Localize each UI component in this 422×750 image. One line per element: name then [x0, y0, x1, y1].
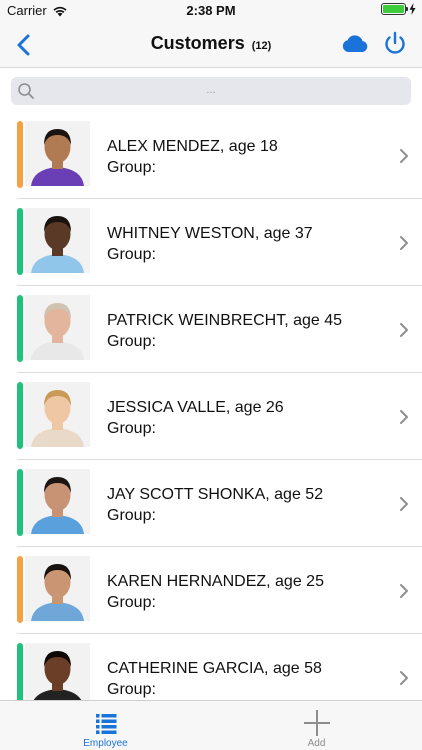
battery-fill	[383, 5, 404, 13]
avatar	[25, 382, 90, 447]
avatar	[25, 208, 90, 273]
status-time: 2:38 PM	[186, 3, 236, 18]
chevron-right-icon	[400, 323, 408, 337]
customer-name: CATHERINE GARCIA, age 58	[107, 660, 322, 677]
tab-employee[interactable]: Employee	[0, 701, 211, 750]
chevron-right-icon	[400, 410, 408, 424]
power-icon[interactable]	[382, 30, 408, 56]
status-indicator	[17, 295, 23, 362]
avatar	[25, 643, 90, 700]
customer-name: JESSICA VALLE, age 26	[107, 399, 284, 416]
customer-name: PATRICK WEINBRECHT, age 45	[107, 312, 343, 329]
customer-row[interactable]: WHITNEY WESTON, age 37 Group:	[0, 199, 422, 286]
avatar	[25, 556, 90, 621]
battery-icon	[381, 3, 408, 15]
page-title-text: Customers	[150, 33, 245, 53]
chevron-right-icon	[400, 149, 408, 163]
customer-row[interactable]: KAREN HERNANDEZ, age 25 Group:	[0, 547, 422, 634]
customer-group: Group:	[107, 159, 156, 176]
customer-row[interactable]: JESSICA VALLE, age 26 Group:	[0, 373, 422, 460]
status-bar: Carrier 2:38 PM	[0, 0, 422, 20]
customer-group: Group:	[107, 594, 156, 611]
customer-name: WHITNEY WESTON, age 37	[107, 225, 313, 242]
customer-name: ALEX MENDEZ, age 18	[107, 138, 278, 155]
plus-icon	[303, 710, 330, 736]
chevron-right-icon	[400, 671, 408, 685]
list-icon	[95, 714, 116, 734]
customer-row[interactable]: ALEX MENDEZ, age 18 Group:	[0, 112, 422, 199]
cloud-icon[interactable]	[340, 32, 370, 56]
search-input[interactable]: ...	[11, 77, 411, 105]
charging-bolt-icon	[409, 3, 416, 15]
avatar	[25, 295, 90, 360]
avatar	[25, 121, 90, 186]
customer-group: Group:	[107, 333, 156, 350]
tab-employee-label: Employee	[83, 738, 128, 749]
status-right	[381, 3, 416, 15]
customer-group: Group:	[107, 507, 156, 524]
status-indicator	[17, 382, 23, 449]
customer-group: Group:	[107, 681, 156, 698]
chevron-right-icon	[400, 584, 408, 598]
customer-group: Group:	[107, 246, 156, 263]
status-indicator	[17, 469, 23, 536]
customer-row[interactable]: CATHERINE GARCIA, age 58 Group:	[0, 634, 422, 700]
search-placeholder: ...	[206, 84, 216, 96]
customer-row[interactable]: JAY SCOTT SHONKA, age 52 Group:	[0, 460, 422, 547]
chevron-right-icon	[400, 236, 408, 250]
customer-row[interactable]: PATRICK WEINBRECHT, age 45 Group:	[0, 286, 422, 373]
navigation-bar: Customers (12)	[0, 20, 422, 68]
status-indicator	[17, 121, 23, 188]
avatar	[25, 469, 90, 534]
customer-list: ALEX MENDEZ, age 18 Group: WHITNEY WESTON,…	[0, 112, 422, 700]
status-indicator	[17, 208, 23, 275]
search-area: ...	[0, 68, 422, 112]
customer-group: Group:	[107, 420, 156, 437]
tab-bar: Employee Add	[0, 700, 422, 750]
status-indicator	[17, 643, 23, 700]
customer-count: (12)	[251, 40, 272, 52]
battery-tip	[406, 7, 408, 11]
customer-name: JAY SCOTT SHONKA, age 52	[107, 486, 324, 503]
chevron-right-icon	[400, 497, 408, 511]
tab-add-label: Add	[307, 738, 326, 749]
customer-name: KAREN HERNANDEZ, age 25	[107, 573, 324, 590]
status-indicator	[17, 556, 23, 623]
tab-add[interactable]: Add	[211, 701, 422, 750]
